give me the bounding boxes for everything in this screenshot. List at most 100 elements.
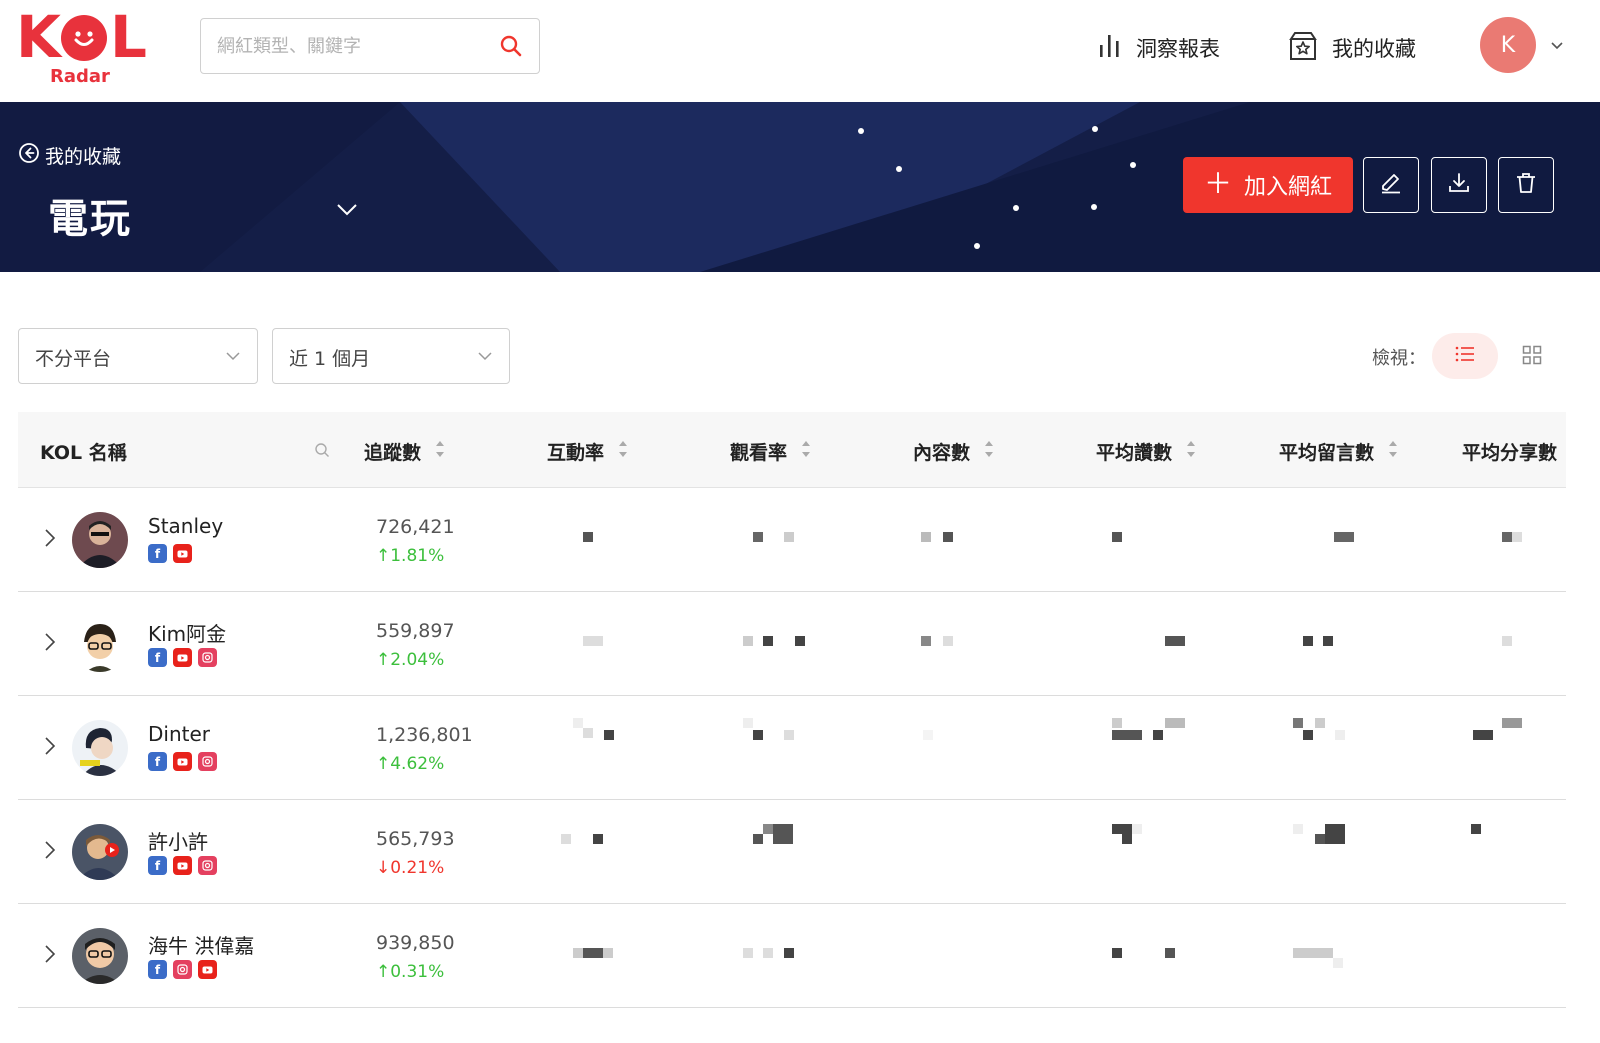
grid-view-icon xyxy=(1522,345,1542,369)
blurred-metric xyxy=(583,728,593,738)
facebook-icon[interactable]: f xyxy=(148,752,167,771)
download-button[interactable] xyxy=(1431,157,1487,213)
column-avg-comments[interactable]: 平均留言數 xyxy=(1279,438,1398,465)
instagram-icon[interactable] xyxy=(198,752,217,771)
column-avg-shares[interactable]: 平均分享數 xyxy=(1462,438,1557,465)
user-avatar[interactable]: K xyxy=(1480,17,1536,73)
column-label: 互動率 xyxy=(547,442,605,464)
blurred-metric xyxy=(1112,532,1122,542)
facebook-icon[interactable]: f xyxy=(148,960,167,979)
column-label: KOL 名稱 xyxy=(40,442,127,464)
table-row[interactable]: Dinter f 1,236,801 ↑4.62% xyxy=(18,696,1566,800)
collection-banner: 我的收藏 電玩 xyxy=(0,102,1600,272)
chevron-right-icon[interactable] xyxy=(44,840,56,864)
chevron-right-icon[interactable] xyxy=(44,632,56,656)
kol-radar-logo[interactable]: KL Radar xyxy=(16,6,148,88)
sort-icon xyxy=(435,440,445,463)
blurred-metric xyxy=(763,824,773,834)
column-engagement-rate[interactable]: 互動率 xyxy=(547,438,628,465)
list-view-button[interactable] xyxy=(1432,333,1498,379)
blurred-metric xyxy=(573,718,583,728)
instagram-icon[interactable] xyxy=(198,648,217,667)
table-row[interactable]: Stanley f 726,421 ↑1.81% xyxy=(18,488,1566,592)
avatar[interactable] xyxy=(72,616,128,672)
nav-my-favorites[interactable]: 我的收藏 xyxy=(1288,28,1416,68)
table-header: KOL 名稱 追蹤數 互動率 觀看率 內容數 平均讚數 平均留言數 平均分享數 xyxy=(18,412,1566,488)
instagram-icon[interactable] xyxy=(198,856,217,875)
avatar[interactable] xyxy=(72,928,128,984)
blurred-metric xyxy=(1303,730,1313,740)
blurred-metric xyxy=(921,636,931,646)
avatar[interactable] xyxy=(72,512,128,568)
blurred-metric xyxy=(1473,730,1493,740)
back-to-favorites[interactable]: 我的收藏 xyxy=(18,142,121,169)
youtube-icon[interactable] xyxy=(173,752,192,771)
follower-growth: ↑4.62% xyxy=(376,754,445,774)
delete-collection-button[interactable] xyxy=(1498,157,1554,213)
add-kol-button[interactable]: ＋ 加入網紅 xyxy=(1183,157,1353,213)
follower-growth: ↑1.81% xyxy=(376,546,445,566)
edit-collection-button[interactable] xyxy=(1363,157,1419,213)
nav-favorites-label: 我的收藏 xyxy=(1332,37,1416,61)
platform-select-value: 不分平台 xyxy=(35,348,112,370)
chevron-down-icon[interactable] xyxy=(1550,36,1564,55)
youtube-icon[interactable] xyxy=(198,960,217,979)
blurred-metric xyxy=(583,948,603,958)
platform-icons: f xyxy=(148,960,217,979)
column-followers[interactable]: 追蹤數 xyxy=(364,438,445,465)
search-icon[interactable] xyxy=(499,34,523,62)
collection-switch-chevron-icon[interactable] xyxy=(336,202,358,221)
chevron-right-icon[interactable] xyxy=(44,944,56,968)
column-label: 內容數 xyxy=(913,442,971,464)
column-label: 平均讚數 xyxy=(1096,442,1173,464)
search-input[interactable] xyxy=(217,19,487,73)
platform-select[interactable]: 不分平台 xyxy=(18,328,258,384)
blurred-metric xyxy=(1165,636,1185,646)
blurred-metric xyxy=(1502,532,1512,542)
chevron-right-icon[interactable] xyxy=(44,736,56,760)
chevron-right-icon[interactable] xyxy=(44,528,56,552)
blurred-metric xyxy=(753,730,763,740)
blurred-metric xyxy=(1293,948,1333,958)
facebook-icon[interactable]: f xyxy=(148,648,167,667)
sort-icon xyxy=(1186,440,1196,463)
column-view-rate[interactable]: 觀看率 xyxy=(730,438,811,465)
facebook-icon[interactable]: f xyxy=(148,856,167,875)
bar-chart-icon xyxy=(1098,33,1136,64)
table-row[interactable]: 許小許 f 565,793 ↓0.21% xyxy=(18,800,1566,904)
table-row[interactable]: Kim阿金 f 559,897 ↑2.04% xyxy=(18,592,1566,696)
blurred-metric xyxy=(573,948,583,958)
period-select-value: 近 1 個月 xyxy=(289,348,371,370)
blurred-metric xyxy=(1323,636,1333,646)
facebook-icon[interactable]: f xyxy=(148,544,167,563)
grid-view-button[interactable] xyxy=(1522,345,1542,369)
column-content-count[interactable]: 內容數 xyxy=(913,438,994,465)
blurred-metric xyxy=(583,532,593,542)
column-label: 平均分享數 xyxy=(1462,442,1558,464)
blurred-metric xyxy=(1165,948,1175,958)
logo-subtitle: Radar xyxy=(50,66,110,87)
follower-count: 726,421 xyxy=(376,516,455,538)
period-select[interactable]: 近 1 個月 xyxy=(272,328,510,384)
blurred-metric xyxy=(784,532,794,542)
youtube-icon[interactable] xyxy=(173,856,192,875)
youtube-icon[interactable] xyxy=(173,544,192,563)
table-row[interactable]: 海牛 洪偉嘉 f 939,850 ↑0.31% xyxy=(18,904,1566,1008)
blurred-metric xyxy=(1112,718,1122,728)
youtube-icon[interactable] xyxy=(173,648,192,667)
blurred-metric xyxy=(1512,532,1522,542)
blurred-metric xyxy=(763,948,773,958)
column-avg-likes[interactable]: 平均讚數 xyxy=(1096,438,1196,465)
follower-count: 1,236,801 xyxy=(376,724,473,746)
avatar[interactable] xyxy=(72,720,128,776)
kol-name: 許小許 xyxy=(148,830,208,854)
instagram-icon[interactable] xyxy=(173,960,192,979)
nav-insight-label: 洞察報表 xyxy=(1136,37,1220,61)
blurred-metric xyxy=(795,636,805,646)
avatar[interactable] xyxy=(72,824,128,880)
blurred-metric xyxy=(1165,718,1185,728)
sort-icon xyxy=(618,440,628,463)
blurred-metric xyxy=(743,718,753,728)
name-search-icon[interactable] xyxy=(314,442,330,462)
nav-insight-report[interactable]: 洞察報表 xyxy=(1098,28,1220,68)
